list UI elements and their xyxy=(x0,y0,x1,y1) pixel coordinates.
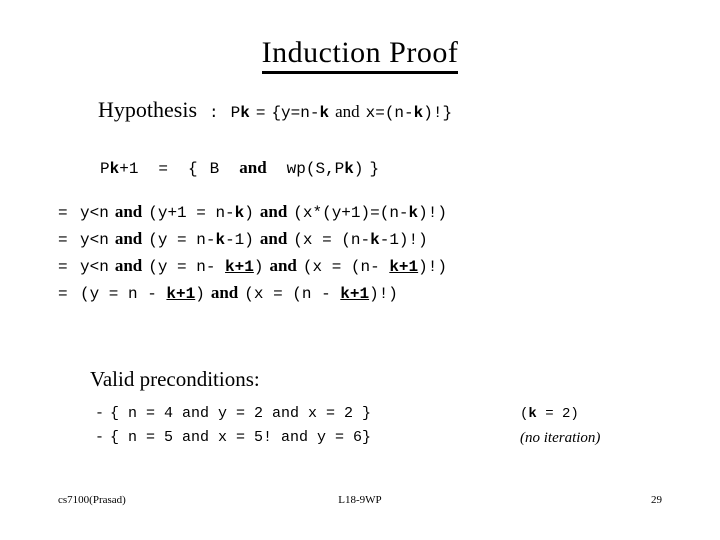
valid-preconditions-heading: Valid preconditions: xyxy=(90,367,260,391)
precondition-text: { n = 5 and x = 5! and y = 6} xyxy=(110,429,372,446)
derivation-part2-post: ) xyxy=(244,204,254,222)
derivation-part2-k: k xyxy=(234,204,245,222)
derivation-row: = (y = n - k+1) and (x = (n - k+1)!) xyxy=(58,282,447,309)
derivation-part3-k: k xyxy=(408,204,419,222)
derivation-and: and xyxy=(269,256,297,275)
derivation-part3-k: k xyxy=(370,231,380,249)
derivation-part2-pre: (y = n- xyxy=(148,258,226,276)
derivation-part2-pre: (y+1 = n- xyxy=(148,204,235,222)
derivation-part2-post: ) xyxy=(195,285,205,303)
derivation-part3-pre: (x = (n - xyxy=(244,285,341,303)
derivation-part2-pre: (y = n - xyxy=(80,285,167,303)
derivation-block: = y<n and (y+1 = n-k) and (x*(y+1)=(n-k)!) = y… xyxy=(58,201,447,309)
list-item: -{ n = 5 and x = 5! and y = 6} (no itera… xyxy=(95,428,655,452)
derivation-part3-pre: (x*(y+1)=(n- xyxy=(293,204,409,222)
pk-next-lhs-tail: +1 xyxy=(119,160,139,178)
hypothesis-term1: y=n- xyxy=(281,104,320,122)
derivation-equals: = xyxy=(58,204,68,222)
derivation-part3-post: )!) xyxy=(418,204,447,222)
precondition-note: (k = 2) xyxy=(520,404,579,424)
hypothesis-term2: x=(n- xyxy=(365,104,414,122)
derivation-part3-k: k+1 xyxy=(389,258,419,276)
precondition-note-rest: = 2) xyxy=(536,406,579,422)
hypothesis-line: Hypothesis: Pk = {y=n-k and x=(n-k)!} xyxy=(98,97,452,123)
derivation-part2-post: -1) xyxy=(225,231,254,249)
bullet-dash-icon: - xyxy=(95,429,105,446)
derivation-equals: = xyxy=(58,258,68,276)
pk-next-lhs-subscript: k xyxy=(109,160,120,178)
derivation-part2-post: ) xyxy=(253,258,264,276)
derivation-and: and xyxy=(114,229,143,248)
derivation-row: = y<n and (y = n-k-1) and (x = (n-k-1)!) xyxy=(58,228,447,255)
derivation-and: and xyxy=(114,202,143,221)
precondition-note: (no iteration) xyxy=(520,430,601,446)
precondition-note-k: k xyxy=(528,406,537,422)
bullet-dash-icon: - xyxy=(95,405,105,422)
footer-lecture-label: L18-9WP xyxy=(338,494,382,506)
pk-next-open-brace: { xyxy=(188,160,198,178)
derivation-part3-k: k+1 xyxy=(340,285,370,303)
pk-next-wp-tail: ) xyxy=(353,160,364,178)
pk-next-b-term: B xyxy=(209,160,220,178)
precondition-list: -{ n = 4 and y = 2 and x = 2 } (k = 2) -… xyxy=(95,404,655,452)
derivation-part2-k: k+1 xyxy=(166,285,196,303)
hypothesis-label: Hypothesis xyxy=(98,97,197,122)
hypothesis-open-brace: { xyxy=(271,104,282,122)
slide-footer: cs7100(Prasad) L18-9WP 29 xyxy=(0,494,720,510)
pk-next-lhs-p: P xyxy=(100,160,110,178)
derivation-part3-pre: (x = (n- xyxy=(302,258,390,276)
derivation-and: and xyxy=(210,283,239,302)
derivation-part2-k: k+1 xyxy=(225,258,254,276)
derivation-row: = y<n and (y+1 = n-k) and (x*(y+1)=(n-k)!) xyxy=(58,201,447,228)
derivation-part1: y<n xyxy=(80,231,109,249)
hypothesis-lhs-subscript: k xyxy=(240,104,250,122)
pk-next-line: Pk+1 ={Band wp(S,Pk)} xyxy=(100,158,379,178)
derivation-part3-post: -1)!) xyxy=(379,231,428,249)
derivation-part3-pre: (x = (n- xyxy=(293,231,371,249)
pk-next-close-brace: } xyxy=(369,160,380,178)
derivation-row: = y<n and (y = n- k+1) and (x = (n- k+1)!) xyxy=(58,255,447,282)
hypothesis-lhs-p: P xyxy=(230,104,241,122)
page-title-text: Induction Proof xyxy=(261,36,459,74)
page-title: Induction Proof xyxy=(0,36,720,74)
hypothesis-term2-tail: )!} xyxy=(423,104,453,122)
derivation-equals: = xyxy=(58,231,68,249)
hypothesis-term2-k: k xyxy=(413,104,424,122)
precondition-text: { n = 4 and y = 2 and x = 2 } xyxy=(110,405,372,422)
derivation-part1: y<n xyxy=(80,258,109,276)
hypothesis-term1-k: k xyxy=(319,104,330,122)
pk-next-wp-subscript: k xyxy=(344,160,354,178)
derivation-equals: = xyxy=(58,285,68,303)
derivation-and: and xyxy=(259,229,288,248)
hypothesis-colon: : xyxy=(209,104,219,122)
derivation-part2-k: k xyxy=(215,231,226,249)
pk-next-and: and xyxy=(239,158,267,177)
derivation-part3-post: )!) xyxy=(369,285,398,303)
derivation-part2-pre: (y = n- xyxy=(148,231,216,249)
derivation-and: and xyxy=(114,256,143,275)
list-item: -{ n = 4 and y = 2 and x = 2 } (k = 2) xyxy=(95,404,655,428)
derivation-part1: y<n xyxy=(80,204,109,222)
footer-page-number: 29 xyxy=(651,494,662,506)
hypothesis-and: and xyxy=(335,102,360,121)
hypothesis-equals: = xyxy=(255,104,266,122)
pk-next-wp: wp(S,P xyxy=(286,160,345,178)
derivation-part3-post: )!) xyxy=(418,258,447,276)
derivation-and: and xyxy=(259,202,288,221)
pk-next-equals: = xyxy=(158,160,169,178)
